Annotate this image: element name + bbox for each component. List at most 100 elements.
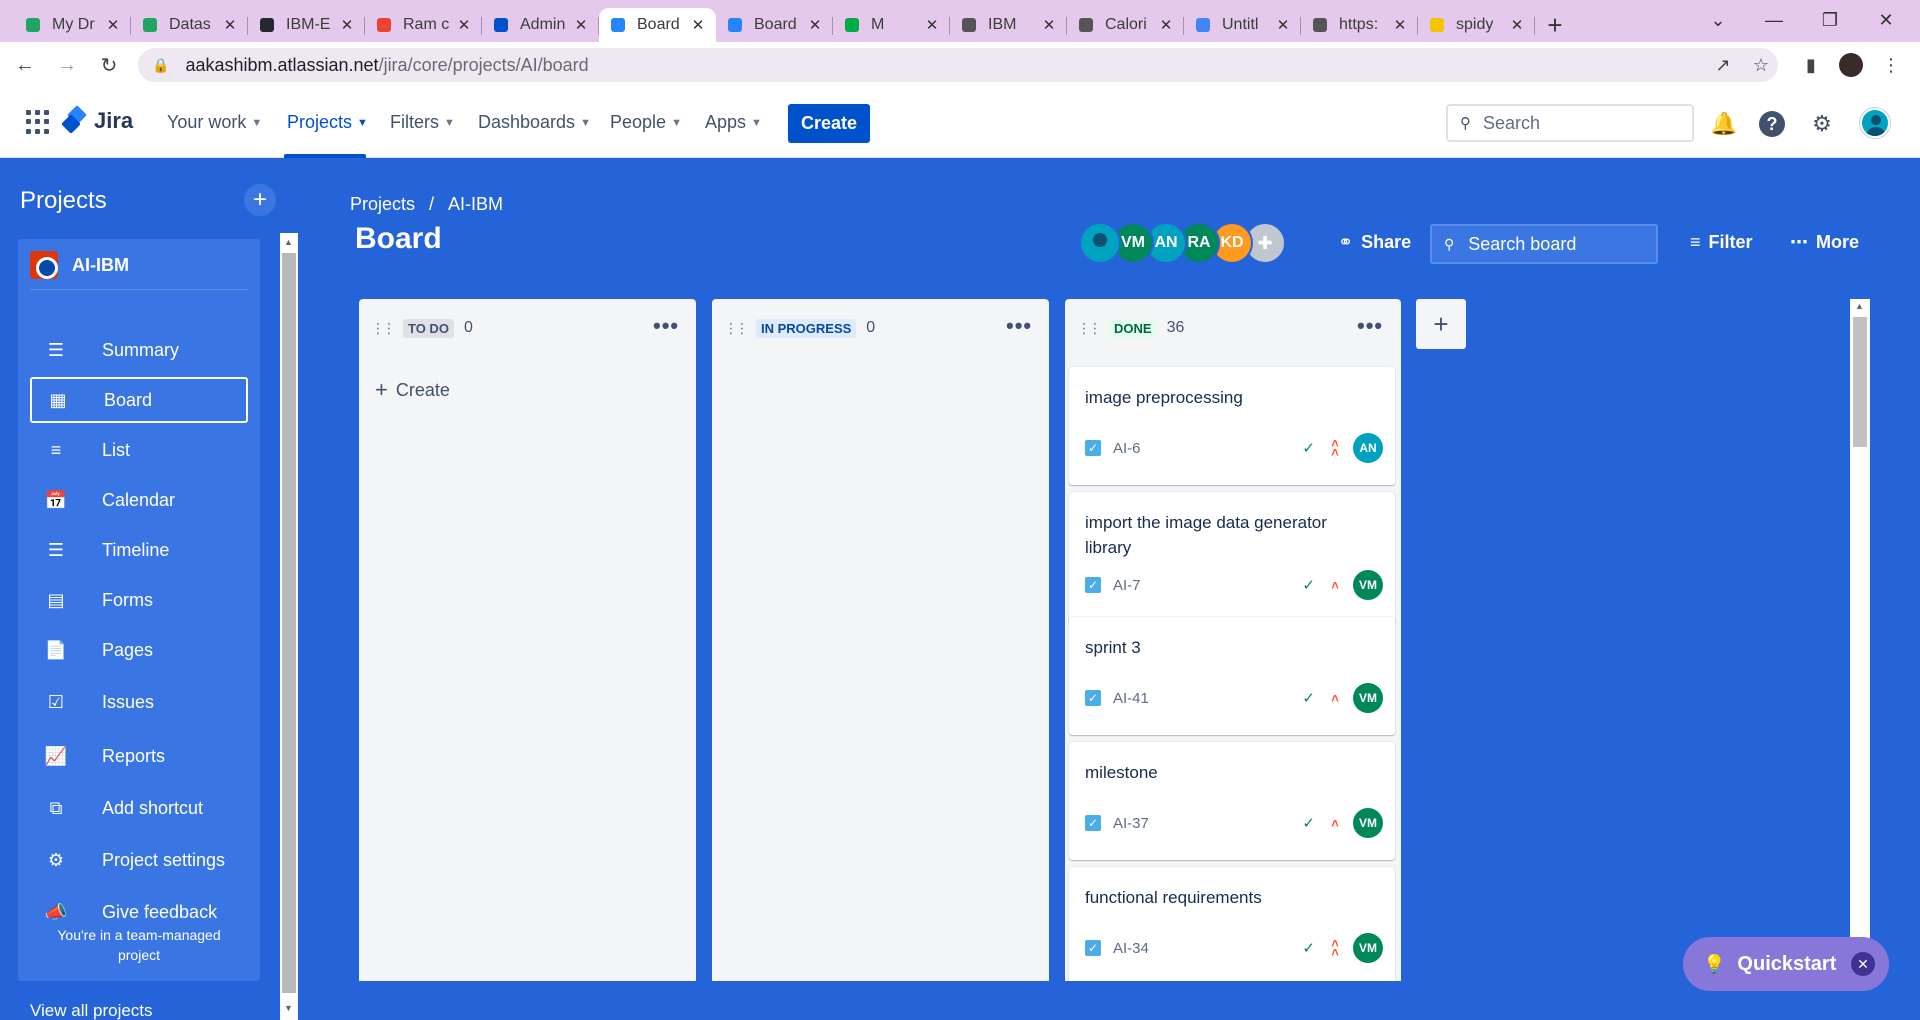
close-tab-icon[interactable]: ✕	[690, 16, 706, 34]
browser-tab[interactable]: Board ✕	[716, 8, 833, 42]
sidebar-scrollbar[interactable]: ▲ ▼	[280, 233, 298, 1020]
column-more-icon[interactable]: •••	[1357, 313, 1383, 339]
issue-key[interactable]: AI-41	[1113, 690, 1302, 707]
jira-logo[interactable]: Jira	[61, 105, 133, 134]
assignee-avatar[interactable]: VM	[1353, 570, 1383, 600]
drag-handle-icon[interactable]: ⋮⋮	[1077, 320, 1102, 337]
browser-tab[interactable]: https: ✕	[1301, 8, 1418, 42]
breadcrumb-project[interactable]: AI-IBM	[448, 194, 503, 215]
nav-dashboards[interactable]: Dashboards ▼	[478, 112, 591, 133]
close-tab-icon[interactable]: ✕	[807, 16, 823, 34]
help-icon[interactable]: ?	[1758, 110, 1786, 138]
create-button[interactable]: Create	[788, 104, 870, 143]
board-scroll-thumb[interactable]	[1853, 317, 1867, 447]
issue-card[interactable]: image preprocessing ✓ AI-6 ✓ ˄ ˄ AN	[1069, 367, 1395, 485]
filter-button[interactable]: ≡ Filter	[1690, 232, 1753, 253]
issue-key[interactable]: AI-34	[1113, 940, 1302, 957]
close-tab-icon[interactable]: ✕	[573, 16, 589, 34]
issue-key[interactable]: AI-6	[1113, 440, 1302, 457]
sidebar-scroll-thumb[interactable]	[282, 253, 296, 993]
close-tab-icon[interactable]: ✕	[105, 16, 121, 34]
settings-gear-icon[interactable]: ⚙	[1808, 110, 1836, 138]
bookmark-star-icon[interactable]: ☆	[1748, 52, 1774, 78]
column-more-icon[interactable]: •••	[653, 313, 679, 339]
board-search-input[interactable]: ⚲ Search board	[1430, 224, 1658, 264]
add-column-button[interactable]: +	[1416, 299, 1466, 349]
profile-avatar[interactable]	[1838, 52, 1864, 78]
sidebar-item-pages[interactable]: 📄 Pages	[30, 627, 248, 673]
issue-key[interactable]: AI-7	[1113, 577, 1302, 594]
tab-search-icon[interactable]: ⌄	[1690, 0, 1746, 40]
forward-icon[interactable]: →	[50, 48, 84, 82]
restore-icon[interactable]: ❐	[1802, 0, 1858, 40]
assignee-avatar[interactable]: VM	[1353, 683, 1383, 713]
column-more-icon[interactable]: •••	[1006, 313, 1032, 339]
side-panel-icon[interactable]: ▮	[1798, 52, 1824, 78]
browser-menu-icon[interactable]: ⋮	[1878, 52, 1904, 78]
nav-people[interactable]: People ▼	[610, 112, 682, 133]
sidebar-item-timeline[interactable]: ☰ Timeline	[30, 527, 248, 573]
project-header[interactable]: AI-IBM	[30, 245, 260, 285]
browser-tab[interactable]: IBM-E ✕	[248, 8, 365, 42]
browser-tab[interactable]: M ✕	[833, 8, 950, 42]
quickstart-button[interactable]: 💡 Quickstart ✕	[1683, 937, 1889, 991]
browser-tab[interactable]: Board ✕	[599, 8, 716, 42]
new-tab-button[interactable]: +	[1535, 8, 1575, 42]
close-window-icon[interactable]: ✕	[1858, 0, 1914, 40]
sidebar-item-summary[interactable]: ☰ Summary	[30, 327, 248, 373]
assignee-avatar[interactable]: VM	[1353, 808, 1383, 838]
create-issue-button[interactable]: + Create	[375, 377, 450, 403]
breadcrumb-projects[interactable]: Projects	[350, 194, 415, 215]
issue-key[interactable]: AI-37	[1113, 815, 1302, 832]
close-tab-icon[interactable]: ✕	[924, 16, 940, 34]
user-avatar[interactable]	[1860, 108, 1890, 138]
avatar[interactable]	[1079, 222, 1121, 264]
close-tab-icon[interactable]: ✕	[222, 16, 238, 34]
address-bar[interactable]: 🔒 aakashibm.atlassian.net/jira/core/proj…	[138, 48, 1778, 82]
scroll-down-icon[interactable]: ▼	[284, 1003, 293, 1013]
browser-tab[interactable]: spidy ✕	[1418, 8, 1535, 42]
issue-card[interactable]: milestone ✓ AI-37 ✓ ˄ VM	[1069, 742, 1395, 860]
issue-card[interactable]: import the image data generator library ✓…	[1069, 492, 1395, 624]
add-project-button[interactable]: +	[244, 184, 276, 216]
nav-projects[interactable]: Projects ▼	[287, 112, 368, 133]
close-quickstart-icon[interactable]: ✕	[1851, 952, 1875, 976]
share-button[interactable]: ⚭ Share	[1338, 232, 1411, 253]
nav-filters[interactable]: Filters ▼	[390, 112, 455, 133]
share-page-icon[interactable]: ↗	[1710, 52, 1736, 78]
browser-tab[interactable]: IBM ✕	[950, 8, 1067, 42]
sidebar-item-forms[interactable]: ▤ Forms	[30, 577, 248, 623]
assignee-avatar[interactable]: AN	[1353, 433, 1383, 463]
app-switcher-icon[interactable]	[26, 110, 50, 134]
sidebar-item-board[interactable]: ▦ Board	[30, 377, 248, 423]
board-scrollbar[interactable]: ▲	[1850, 299, 1870, 983]
browser-tab[interactable]: My Dr ✕	[14, 8, 131, 42]
scroll-up-icon[interactable]: ▲	[1855, 301, 1864, 311]
sidebar-item-calendar[interactable]: 📅 Calendar	[30, 477, 248, 523]
view-all-projects-link[interactable]: View all projects	[30, 1001, 153, 1020]
browser-tab[interactable]: Untitl ✕	[1184, 8, 1301, 42]
issue-card[interactable]: functional requirements ✓ AI-34 ✓ ˄ ˄ VM	[1069, 867, 1395, 981]
notifications-bell-icon[interactable]: 🔔	[1710, 110, 1738, 138]
minimize-icon[interactable]: —	[1746, 0, 1802, 40]
sidebar-item-issues[interactable]: ☑ Issues	[30, 679, 248, 725]
sidebar-item-add-shortcut[interactable]: ⧉ Add shortcut	[30, 785, 248, 831]
more-button[interactable]: ⋯ More	[1790, 232, 1859, 253]
sidebar-item-reports[interactable]: 📈 Reports	[30, 733, 248, 779]
nav-apps[interactable]: Apps ▼	[705, 112, 762, 133]
browser-tab[interactable]: Datas ✕	[131, 8, 248, 42]
drag-handle-icon[interactable]: ⋮⋮	[371, 320, 396, 337]
close-tab-icon[interactable]: ✕	[1275, 16, 1291, 34]
close-tab-icon[interactable]: ✕	[339, 16, 355, 34]
issue-card[interactable]: sprint 3 ✓ AI-41 ✓ ˄ VM	[1069, 617, 1395, 735]
sidebar-item-list[interactable]: ≡ List	[30, 427, 248, 473]
global-search-input[interactable]: ⚲ Search	[1446, 104, 1694, 142]
drag-handle-icon[interactable]: ⋮⋮	[724, 320, 749, 337]
nav-your-work[interactable]: Your work ▼	[167, 112, 262, 133]
scroll-up-icon[interactable]: ▲	[284, 237, 293, 247]
close-tab-icon[interactable]: ✕	[1158, 16, 1174, 34]
reload-icon[interactable]: ↻	[92, 48, 126, 82]
sidebar-item-project-settings[interactable]: ⚙ Project settings	[30, 837, 248, 883]
browser-tab[interactable]: Ram c ✕	[365, 8, 482, 42]
close-tab-icon[interactable]: ✕	[1509, 16, 1525, 34]
